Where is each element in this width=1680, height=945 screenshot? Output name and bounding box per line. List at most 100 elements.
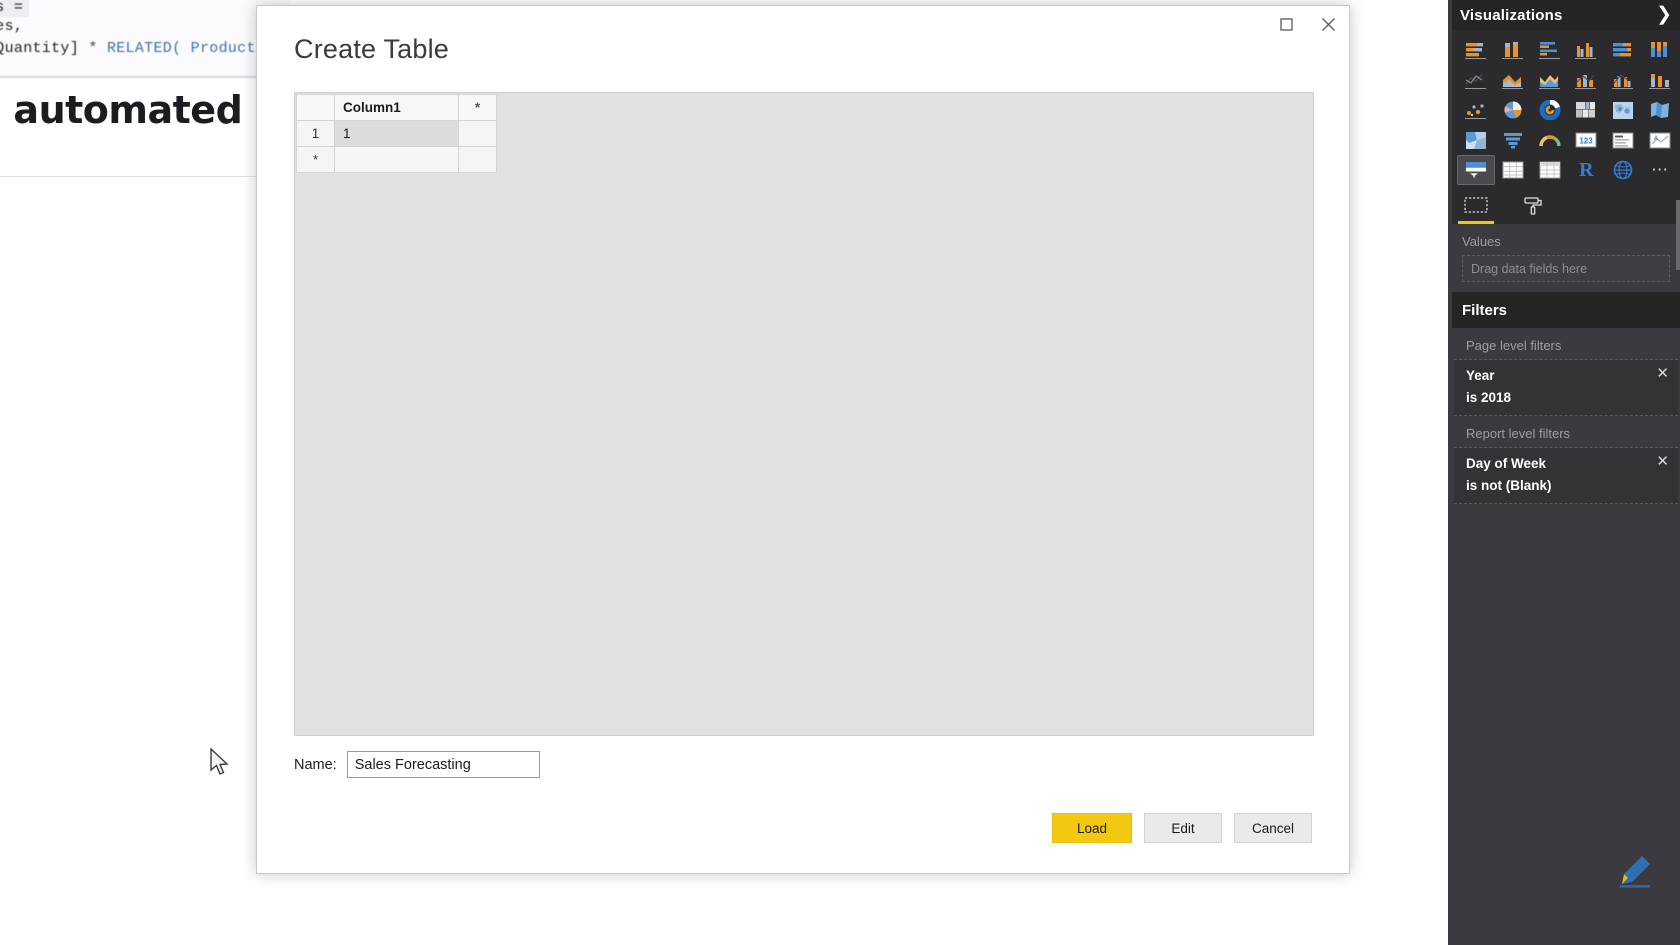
- table-row[interactable]: 1 1: [296, 120, 497, 147]
- viz-matrix-icon[interactable]: [1532, 156, 1568, 184]
- dialog-titlebar: [1265, 6, 1349, 42]
- viz-multi-row-card-icon[interactable]: [1605, 126, 1641, 154]
- filters-header: Filters: [1452, 292, 1680, 328]
- viz-clustered-bar-chart-icon[interactable]: [1532, 36, 1568, 64]
- visualizations-title: Visualizations: [1460, 6, 1563, 24]
- filters-title: Filters: [1462, 301, 1508, 319]
- dax-formula-bar: es = les, [Quantity] * RELATED( Products…: [0, 0, 290, 78]
- values-well-label: Values: [1462, 234, 1501, 249]
- data-entry-grid[interactable]: Column1 * 1 1 *: [296, 94, 497, 173]
- viz-line-chart-icon[interactable]: [1458, 66, 1494, 94]
- viz-clustered-column-chart-icon[interactable]: [1568, 36, 1604, 64]
- viz-filled-map-icon[interactable]: [1642, 96, 1678, 124]
- visualizations-header: Visualizations ❯: [1452, 0, 1680, 30]
- right-panel: Visualizations ❯ 123 A R ⋯ Values Drag d…: [1448, 0, 1680, 945]
- app-root: es = les, [Quantity] * RELATED( Products…: [0, 0, 1680, 945]
- dialog-title: Create Table: [294, 34, 450, 64]
- filter-condition: is 2018: [1466, 390, 1512, 405]
- panel-scrollbar[interactable]: [1676, 200, 1680, 270]
- fields-icon: [1464, 197, 1488, 213]
- canvas-divider: [0, 176, 258, 177]
- filter-card-year[interactable]: Year is 2018 ✕: [1454, 360, 1678, 416]
- filter-field-name: Year: [1466, 368, 1495, 383]
- svg-text:123: 123: [1580, 137, 1594, 146]
- grid-header-rownum: [296, 94, 335, 121]
- viz-python-visual-icon[interactable]: [1605, 156, 1641, 184]
- viz-line-stacked-column-chart-icon[interactable]: [1568, 66, 1604, 94]
- visualization-type-grid: 123 A R ⋯: [1452, 30, 1680, 188]
- viz-map-icon[interactable]: [1605, 96, 1641, 124]
- grid-header-add-column[interactable]: *: [458, 94, 497, 121]
- maximize-icon: [1279, 17, 1293, 31]
- dax-line-3-function: RELATED: [97, 40, 173, 57]
- viz-treemap-icon[interactable]: [1568, 96, 1604, 124]
- grid-header-row: Column1 *: [296, 94, 497, 121]
- page-level-filters-label: Page level filters: [1454, 328, 1678, 360]
- viz-ribbon-chart-icon[interactable]: [1642, 66, 1678, 94]
- viz-line-clustered-column-chart-icon[interactable]: [1605, 66, 1641, 94]
- viz-shape-map-icon[interactable]: [1458, 126, 1494, 154]
- viz-area-chart-icon[interactable]: [1495, 66, 1531, 94]
- viz-donut-chart-icon[interactable]: [1532, 96, 1568, 124]
- close-icon: [1321, 17, 1335, 31]
- create-table-dialog: Create Table Column1 * 1 1 * Name: Sales…: [256, 5, 1350, 874]
- values-drop-zone[interactable]: Drag data fields here: [1462, 255, 1670, 282]
- maximize-button[interactable]: [1265, 6, 1307, 42]
- viz-pie-chart-icon[interactable]: [1495, 96, 1531, 124]
- grid-header-column1[interactable]: Column1: [334, 94, 459, 121]
- grid-cell-column1[interactable]: [334, 146, 459, 173]
- dax-line-3: [Quantity] * RELATED( Products[: [0, 40, 274, 57]
- data-entry-grid-panel: Column1 * 1 1 *: [294, 92, 1314, 736]
- viz-table-icon[interactable]: [1495, 156, 1531, 184]
- viz-r-script-visual-icon[interactable]: R: [1568, 156, 1604, 184]
- values-drop-zone-placeholder: Drag data fields here: [1471, 261, 1588, 276]
- viz-stacked-column-chart-icon[interactable]: [1495, 36, 1531, 64]
- filter-condition: is not (Blank): [1466, 478, 1552, 493]
- dialog-button-row: Load Edit Cancel: [1052, 813, 1312, 843]
- pen-watermark-icon: [1620, 856, 1650, 888]
- tab-fields[interactable]: [1458, 188, 1494, 224]
- close-button[interactable]: [1307, 6, 1349, 42]
- grid-cell-column1[interactable]: 1: [334, 120, 459, 147]
- filter-card-day-of-week[interactable]: Day of Week is not (Blank) ✕: [1454, 448, 1678, 504]
- filter-field-name: Day of Week: [1466, 456, 1547, 471]
- edit-button[interactable]: Edit: [1144, 813, 1222, 843]
- viz-100-stacked-column-chart-icon[interactable]: [1642, 36, 1678, 64]
- viz-kpi-icon[interactable]: A: [1642, 126, 1678, 154]
- close-icon[interactable]: ✕: [1656, 454, 1669, 469]
- slide-headline: g automated: [0, 88, 243, 132]
- report-canvas-background: es = les, [Quantity] * RELATED( Products…: [0, 0, 300, 945]
- table-row-new[interactable]: *: [296, 146, 497, 173]
- grid-new-row-marker: *: [296, 146, 335, 173]
- grid-cell-new-column[interactable]: [458, 120, 497, 147]
- viz-gauge-chart-icon[interactable]: [1532, 126, 1568, 154]
- table-name-row: Name:: [294, 751, 540, 778]
- viz-card-icon[interactable]: 123: [1568, 126, 1604, 154]
- fields-well-area: Values Drag data fields here: [1452, 224, 1680, 282]
- grid-row-number: 1: [296, 120, 335, 147]
- close-icon[interactable]: ✕: [1656, 366, 1669, 381]
- report-level-filters-label: Report level filters: [1454, 416, 1678, 448]
- table-name-label: Name:: [294, 756, 337, 773]
- dax-line-1: es =: [0, 0, 30, 17]
- viz-scatter-chart-icon[interactable]: [1458, 96, 1494, 124]
- dax-line-3-pre: [Quantity]: [0, 40, 80, 57]
- chevron-right-icon[interactable]: ❯: [1656, 4, 1672, 26]
- dax-line-3-operator: *: [88, 40, 98, 57]
- mouse-pointer-icon: [210, 748, 229, 775]
- dax-line-2: les,: [0, 18, 24, 35]
- cancel-button[interactable]: Cancel: [1234, 813, 1312, 843]
- viz-100-stacked-bar-chart-icon[interactable]: [1605, 36, 1641, 64]
- viz-stacked-bar-chart-icon[interactable]: [1458, 36, 1494, 64]
- svg-text:A: A: [1654, 136, 1658, 142]
- paint-roller-icon: [1524, 197, 1542, 215]
- visualization-pane-tabs: [1452, 188, 1680, 224]
- load-button[interactable]: Load: [1052, 813, 1132, 843]
- viz-slicer-icon[interactable]: [1457, 155, 1495, 185]
- grid-cell-new-column[interactable]: [458, 146, 497, 173]
- viz-funnel-chart-icon[interactable]: [1495, 126, 1531, 154]
- tab-format[interactable]: [1522, 188, 1544, 224]
- viz-stacked-area-chart-icon[interactable]: [1532, 66, 1568, 94]
- viz-more-options-icon[interactable]: ⋯: [1642, 156, 1678, 184]
- table-name-input[interactable]: [346, 751, 540, 778]
